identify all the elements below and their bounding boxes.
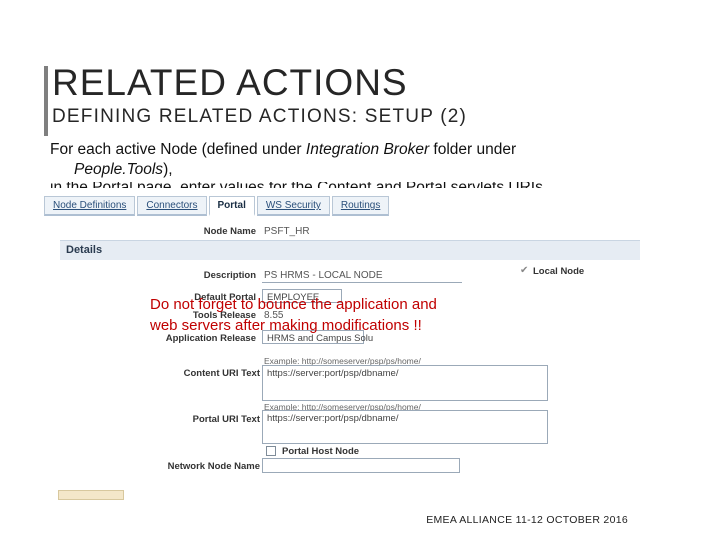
save-button[interactable] <box>58 490 124 500</box>
peoplesoft-node-portal-screenshot: Node Definitions Connectors Portal WS Se… <box>42 188 642 500</box>
intro-line-2: People.Tools), <box>50 160 670 180</box>
intro-text-part: folder under <box>429 141 517 158</box>
slide-subtitle: DEFINING RELATED ACTIONS: SETUP (2) <box>52 106 468 127</box>
node-name-label: Node Name <box>203 226 256 237</box>
intro-italic-peopletools: People.Tools <box>74 161 164 178</box>
network-node-name-label: Network Node Name <box>167 461 260 472</box>
portal-uri-textarea[interactable]: https://server:port/psp/dbname/ <box>262 410 548 444</box>
tab-node-definitions[interactable]: Node Definitions <box>44 196 136 216</box>
tab-routings[interactable]: Routings <box>331 196 390 216</box>
intro-text-part: For each active Node (defined under <box>50 141 306 158</box>
details-section-label: Details <box>66 244 103 256</box>
intro-line-1: For each active Node (defined under Inte… <box>50 140 670 160</box>
intro-italic-integration-broker: Integration Broker <box>305 141 430 158</box>
content-uri-textarea[interactable]: https://server:port/psp/dbname/ <box>262 365 548 401</box>
description-value: PS HRMS - LOCAL NODE <box>264 270 383 281</box>
warning-line-1: Do not forget to bounce the application … <box>150 296 437 313</box>
portal-host-node-label: Portal Host Node <box>282 446 360 457</box>
description-underline <box>262 282 462 284</box>
content-uri-label: Content URI Text <box>183 368 260 379</box>
intro-text-part: ), <box>163 161 173 178</box>
portal-host-node-checkbox[interactable] <box>266 446 276 456</box>
title-accent-bar <box>44 66 48 136</box>
intro-text: For each active Node (defined under Inte… <box>50 140 670 180</box>
slide-footer: EMEA ALLIANCE 11-12 OCTOBER 2016 <box>426 514 628 526</box>
details-section-bar <box>60 240 640 260</box>
tab-connectors[interactable]: Connectors <box>137 196 207 216</box>
tab-ws-security[interactable]: WS Security <box>256 196 330 216</box>
node-name-value: PSFT_HR <box>264 226 310 237</box>
local-node-label: Local Node <box>533 266 585 277</box>
warning-line-2: web servers after making modifications !… <box>150 317 422 334</box>
bounce-servers-warning: Do not forget to bounce the application … <box>150 294 437 336</box>
tab-portal[interactable]: Portal <box>208 196 255 216</box>
slide-title: RELATED ACTIONS <box>52 62 408 103</box>
network-node-name-input[interactable] <box>262 458 460 473</box>
local-node-check-icon: ✔ <box>520 265 529 276</box>
node-tabs: Node Definitions Connectors Portal WS Se… <box>44 196 391 216</box>
description-label: Description <box>203 270 256 281</box>
portal-uri-label: Portal URI Text <box>192 414 260 425</box>
